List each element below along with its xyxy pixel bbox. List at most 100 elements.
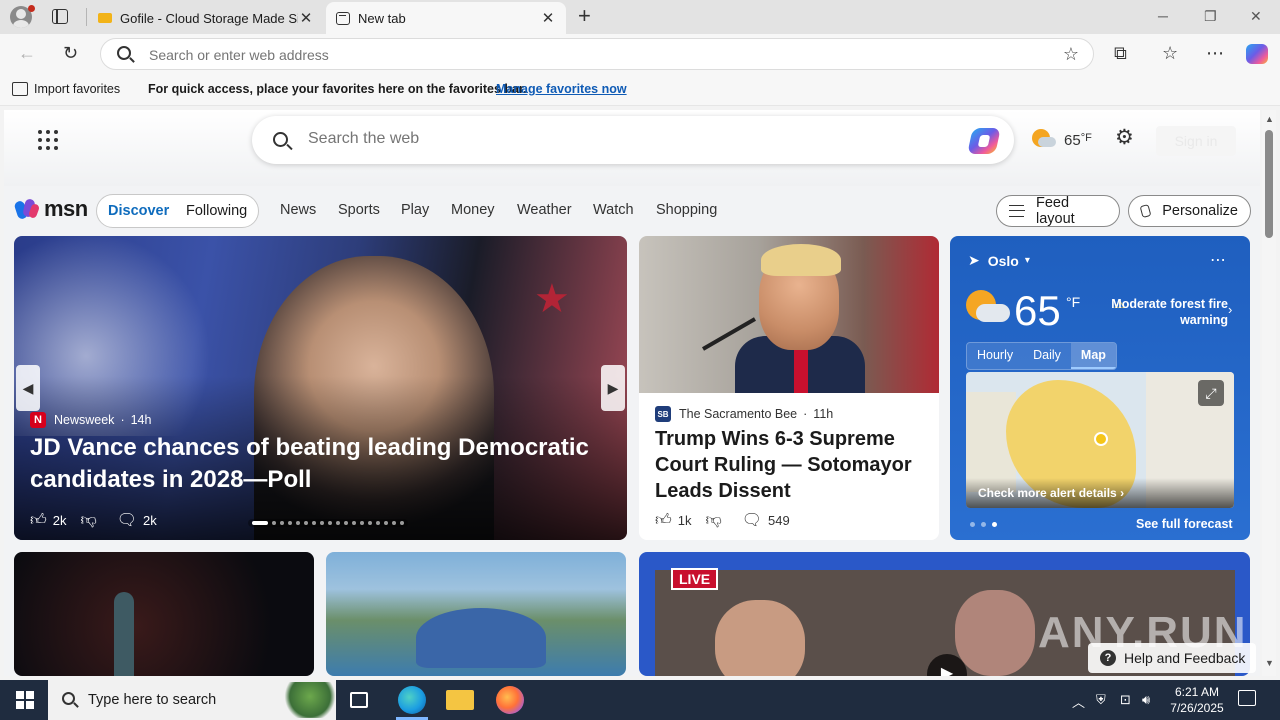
network-icon[interactable]: ⊡ [1120, 692, 1131, 708]
close-window-button[interactable]: ✕ [1250, 8, 1262, 25]
trump-card-image [639, 236, 939, 393]
weather-unit[interactable]: °F [1066, 294, 1080, 310]
copilot-icon[interactable] [1246, 44, 1268, 64]
sign-in-button[interactable]: Sign in [1156, 126, 1236, 156]
more-options-icon[interactable]: ⋯ [1210, 250, 1226, 270]
tab-new-tab[interactable]: New tab ✕ [326, 2, 566, 34]
feed-layout-label: Feed layout [1035, 195, 1075, 227]
search-highlight-image [284, 682, 336, 718]
nav-weather[interactable]: Weather [517, 202, 572, 218]
carousel-pagination[interactable] [248, 519, 408, 527]
carousel-next-button[interactable]: ▶ [601, 365, 625, 411]
msn-logo[interactable]: msn [13, 196, 88, 222]
nav-watch[interactable]: Watch [593, 202, 634, 218]
hero-comments: 2k [143, 512, 157, 528]
chevron-right-icon[interactable]: › [1228, 302, 1232, 317]
hero-headline[interactable]: JD Vance chances of beating leading Demo… [30, 432, 590, 496]
security-icon[interactable]: ⛨ [1096, 692, 1106, 708]
comment-icon[interactable]: 🗨︎ [117, 510, 137, 530]
newsweek-logo-icon: N [30, 412, 46, 428]
address-input[interactable] [149, 47, 949, 63]
manage-favorites-link[interactable]: Manage favorites now [496, 82, 627, 96]
edge-browser-icon[interactable] [398, 686, 426, 714]
nav-news[interactable]: News [280, 202, 316, 218]
volume-icon[interactable]: 🔊︎ [1142, 692, 1150, 708]
firefox-icon[interactable] [496, 686, 524, 714]
alert-details-link[interactable]: Check more alert details › [978, 486, 1124, 500]
close-tab-icon[interactable]: ✕ [298, 9, 314, 27]
page-scrollbar[interactable]: ▲ ▼ [1262, 110, 1276, 676]
settings-gear-icon[interactable]: ⚙ [1115, 127, 1134, 149]
location-arrow-icon: ➤ [968, 252, 980, 268]
windows-taskbar: Type here to search ︿ ⛨ ⊡ 🔊︎ 6:21 AM 7/2… [0, 680, 1280, 720]
carousel-prev-button[interactable]: ◀ [16, 365, 40, 411]
weather-card[interactable]: ➤ Oslo ▾ ⋯ 65 °F ⚠ Moderate forest fire … [950, 236, 1250, 540]
help-and-feedback-button[interactable]: ? Help and Feedback [1088, 643, 1256, 673]
minimize-button[interactable]: ─ [1158, 8, 1168, 24]
tab-strip: Gofile - Cloud Storage Made Simple ✕ New… [0, 0, 1280, 34]
new-tab-button[interactable]: + [578, 5, 591, 27]
favorites-icon[interactable]: ☆ [1162, 42, 1178, 64]
address-bar[interactable]: ☆ [100, 38, 1094, 70]
show-hidden-icons-icon[interactable]: ︿ [1072, 692, 1085, 711]
windows-start-icon[interactable] [16, 691, 34, 709]
more-menu-icon[interactable]: ⋯ [1206, 42, 1224, 64]
weather-alert[interactable]: Moderate forest fire warning [1110, 296, 1228, 328]
copilot-icon[interactable] [967, 128, 1001, 154]
like-icon[interactable]: 👍︎ [30, 511, 47, 530]
tab-following[interactable]: Following [186, 203, 247, 219]
nav-play[interactable]: Play [401, 202, 429, 218]
hero-source: N Newsweek · 14h [30, 412, 151, 428]
search-icon [62, 692, 75, 705]
weather-location[interactable]: ➤ Oslo ▾ [968, 252, 1030, 269]
tab-gofile[interactable]: Gofile - Cloud Storage Made Simple ✕ [88, 2, 324, 34]
trump-card-source: SB The Sacramento Bee · 11h [655, 406, 833, 422]
news-card-trump[interactable]: SB The Sacramento Bee · 11h Trump Wins 6… [639, 236, 939, 540]
tab-daily[interactable]: Daily [1023, 343, 1071, 369]
nav-money[interactable]: Money [451, 202, 495, 218]
scroll-down-icon[interactable]: ▼ [1265, 658, 1274, 668]
expand-map-icon[interactable]: ⤢ [1198, 380, 1224, 406]
restore-button[interactable]: ❐ [1204, 8, 1217, 25]
news-card-concert[interactable] [14, 552, 314, 676]
tab-discover[interactable]: Discover [108, 203, 169, 219]
tab-map[interactable]: Map [1070, 343, 1116, 369]
tab-hourly[interactable]: Hourly [967, 343, 1024, 369]
see-full-forecast-link[interactable]: See full forecast [1136, 517, 1233, 531]
notification-center-icon[interactable] [1238, 690, 1256, 706]
weather-sun-cloud-icon[interactable] [1032, 129, 1056, 147]
scroll-up-icon[interactable]: ▲ [1265, 114, 1274, 124]
web-search-box[interactable] [252, 116, 1014, 164]
trump-card-headline[interactable]: Trump Wins 6-3 Supreme Court Ruling — So… [655, 426, 923, 504]
map-location-pin-icon [1094, 432, 1108, 446]
news-card-game[interactable] [326, 552, 626, 676]
system-clock[interactable]: 6:21 AM 7/26/2025 [1162, 684, 1232, 716]
favorite-star-icon[interactable]: ☆ [1063, 44, 1079, 65]
file-explorer-icon[interactable] [446, 690, 474, 710]
scrollbar-thumb[interactable] [1265, 130, 1273, 238]
web-search-input[interactable] [308, 130, 908, 148]
header-temperature[interactable]: 65°F [1064, 132, 1092, 149]
hero-source-name: Newsweek [54, 413, 115, 427]
extensions-icon[interactable]: ⧉ [1114, 42, 1127, 64]
like-icon[interactable]: 👍︎ [655, 511, 672, 530]
close-tab-icon[interactable]: ✕ [540, 9, 556, 27]
weather-pagination[interactable] [970, 522, 997, 527]
refresh-button[interactable]: ↻ [63, 42, 78, 64]
weather-alert-map[interactable]: ⤢ Check more alert details › [966, 372, 1234, 508]
taskbar-search[interactable]: Type here to search [48, 680, 336, 720]
feed-layout-button[interactable]: Feed layout [996, 195, 1120, 227]
dislike-icon[interactable]: 👎︎ [80, 511, 96, 530]
tab-actions-icon[interactable] [52, 9, 68, 24]
back-button[interactable]: ← [18, 42, 36, 64]
dislike-icon[interactable]: 👎︎ [705, 511, 721, 530]
comment-icon[interactable]: 🗨︎ [742, 510, 762, 530]
app-launcher-icon[interactable] [38, 130, 58, 150]
clock-date: 7/26/2025 [1170, 701, 1224, 715]
task-view-icon[interactable] [350, 692, 368, 708]
hero-carousel-card[interactable]: ★ ◀ ▶ N Newsweek · 14h JD Vance chances … [14, 236, 627, 540]
import-favorites-button[interactable]: Import favorites [34, 82, 120, 96]
personalize-button[interactable]: Personalize [1128, 195, 1251, 227]
nav-shopping[interactable]: Shopping [656, 202, 717, 218]
nav-sports[interactable]: Sports [338, 202, 380, 218]
